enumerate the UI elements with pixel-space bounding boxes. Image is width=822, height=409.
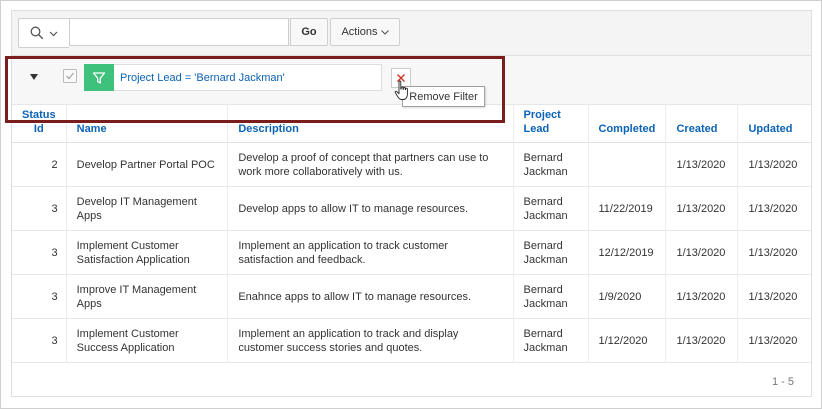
cell-completed: 1/9/2020 xyxy=(588,274,667,319)
cell-status-id: 2 xyxy=(12,142,67,187)
column-header-project-lead[interactable]: Project Lead xyxy=(513,104,589,143)
actions-label: Actions xyxy=(341,26,378,38)
cell-project-lead: Bernard Jackman xyxy=(513,142,589,187)
cell-completed: 1/12/2020 xyxy=(588,318,667,363)
cell-description: Implement an application to track and di… xyxy=(227,318,514,363)
report-table: Status Id Name Description Project Lead … xyxy=(12,104,811,363)
pagination-range: 1 - 5 xyxy=(771,376,794,388)
cell-created: 1/13/2020 xyxy=(665,186,739,231)
actions-menu-button[interactable]: Actions xyxy=(330,18,400,46)
cell-name: Implement Customer Satisfaction Applicat… xyxy=(66,230,229,275)
cell-status-id: 3 xyxy=(12,318,67,363)
table-row: 3 Implement Customer Success Application… xyxy=(12,318,811,363)
cell-created: 1/13/2020 xyxy=(665,274,739,319)
cell-created: 1/13/2020 xyxy=(665,318,739,363)
cell-name: Improve IT Management Apps xyxy=(66,274,229,319)
cell-created: 1/13/2020 xyxy=(665,142,739,187)
cell-project-lead: Bernard Jackman xyxy=(513,318,589,363)
table-row: 3 Improve IT Management Apps Enahnce app… xyxy=(12,274,811,319)
remove-filter-tooltip: Remove Filter xyxy=(402,86,485,107)
cell-completed: 12/12/2019 xyxy=(588,230,667,275)
cell-updated: 1/13/2020 xyxy=(737,230,811,275)
report-footer: 1 - 5 xyxy=(12,369,811,396)
cell-project-lead: Bernard Jackman xyxy=(513,186,589,231)
cell-description: Develop a proof of concept that partners… xyxy=(227,142,514,187)
cell-status-id: 3 xyxy=(12,186,67,231)
cell-name: Implement Customer Success Application xyxy=(66,318,229,363)
cell-updated: 1/13/2020 xyxy=(737,186,811,231)
cell-name: Develop IT Management Apps xyxy=(66,186,229,231)
table-row: 2 Develop Partner Portal POC Develop a p… xyxy=(12,142,811,187)
hand-pointer-cursor-icon xyxy=(394,80,408,100)
cell-name: Develop Partner Portal POC xyxy=(66,142,229,187)
cell-updated: 1/13/2020 xyxy=(737,142,811,187)
search-column-selector[interactable] xyxy=(18,18,69,48)
search-icon xyxy=(30,26,44,40)
cell-updated: 1/13/2020 xyxy=(737,318,811,363)
cell-status-id: 3 xyxy=(12,230,67,275)
report-toolbar: Go Actions xyxy=(12,11,811,56)
cell-completed xyxy=(588,142,667,187)
chevron-down-icon xyxy=(380,29,389,35)
column-header-created[interactable]: Created xyxy=(665,104,739,143)
go-button[interactable]: Go xyxy=(290,18,328,46)
cell-project-lead: Bernard Jackman xyxy=(513,230,589,275)
cell-updated: 1/13/2020 xyxy=(737,274,811,319)
cell-status-id: 3 xyxy=(12,274,67,319)
table-row: 3 Develop IT Management Apps Develop app… xyxy=(12,186,811,231)
cell-description: Enahnce apps to allow IT to manage resou… xyxy=(227,274,514,319)
cell-project-lead: Bernard Jackman xyxy=(513,274,589,319)
column-header-completed[interactable]: Completed xyxy=(588,104,667,143)
chevron-down-icon xyxy=(49,31,58,37)
cell-description: Develop apps to allow IT to manage resou… xyxy=(227,186,514,231)
cell-created: 1/13/2020 xyxy=(665,230,739,275)
search-input[interactable] xyxy=(69,18,289,46)
table-row: 3 Implement Customer Satisfaction Applic… xyxy=(12,230,811,275)
cell-completed: 11/22/2019 xyxy=(588,186,667,231)
column-header-updated[interactable]: Updated xyxy=(737,104,811,143)
cell-description: Implement an application to track custom… xyxy=(227,230,514,275)
